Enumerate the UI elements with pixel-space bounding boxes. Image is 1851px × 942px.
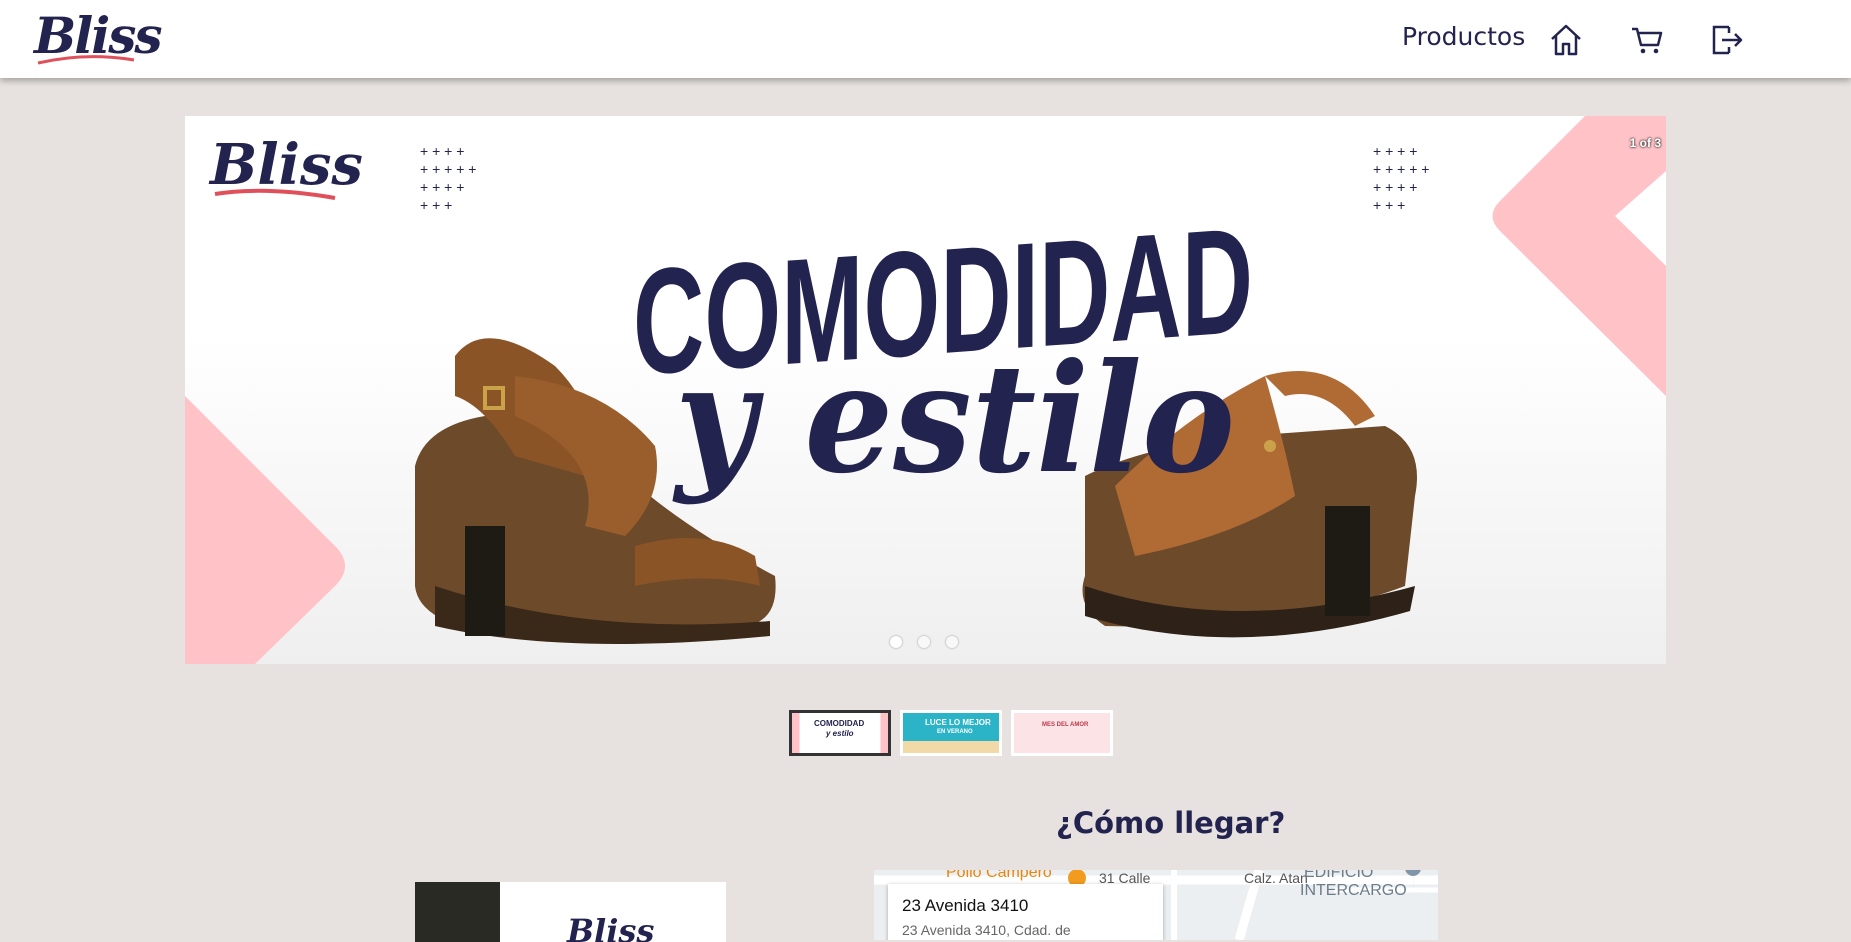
promo-card: Bliss (415, 882, 726, 942)
slide-counter: 1 of 3 (1629, 136, 1661, 150)
map-street-label-2: Calz. Atan (1244, 870, 1308, 886)
banner-tagline: y estilo (672, 331, 1235, 507)
dot-pattern-left: + + + + + + + + + + + + + + + + (420, 143, 476, 213)
thumbnail-3-line1: MES DEL AMOR (1042, 722, 1089, 728)
how-to-arrive-heading: ¿Cómo llegar? (1056, 806, 1286, 840)
carousel-dots (890, 636, 958, 648)
location-map[interactable]: Pollo Campero 31 Calle Calz. Atan EDIFIC… (874, 870, 1438, 940)
carousel-dot-1[interactable] (890, 636, 902, 648)
map-place-title: 23 Avenida 3410 (902, 896, 1029, 915)
svg-text:+ + + + +: + + + + + (1373, 161, 1429, 177)
cart-icon[interactable] (1629, 22, 1665, 58)
thumbnail-1[interactable]: COMODIDAD y estilo (789, 710, 891, 756)
hero-carousel[interactable]: + + + + + + + + + + + + + + + + + + + + … (185, 116, 1666, 664)
svg-text:+ + +: + + + (1373, 197, 1405, 213)
map-place-card: 23 Avenida 3410 23 Avenida 3410, Cdad. d… (888, 884, 1163, 940)
thumbnail-3[interactable]: MES DEL AMOR (1011, 710, 1113, 756)
svg-text:+ + + +: + + + + (1373, 179, 1417, 195)
map-building-label-2: INTERCARGO (1300, 882, 1407, 899)
thumbnail-2[interactable]: LUCE LO MEJOR EN VERANO (900, 710, 1002, 756)
home-icon[interactable] (1548, 22, 1584, 58)
carousel-dot-3[interactable] (946, 636, 958, 648)
carousel-dot-2[interactable] (918, 636, 930, 648)
banner-graphic: + + + + + + + + + + + + + + + + + + + + … (185, 116, 1666, 664)
dot-pattern-right: + + + + + + + + + + + + + + + + (1373, 143, 1429, 213)
thumbnail-2-line1: LUCE LO MEJOR (925, 718, 991, 727)
svg-text:+ + + +: + + + + (420, 179, 464, 195)
thumbnail-1-line1: COMODIDAD (814, 719, 865, 728)
pink-chevron-left (185, 396, 345, 664)
svg-text:+ + + +: + + + + (420, 143, 464, 159)
svg-text:+ + + +: + + + + (1373, 143, 1417, 159)
svg-text:+ + +: + + + (420, 197, 452, 213)
svg-text:+ + + + +: + + + + + (420, 161, 476, 177)
nav-products-link[interactable]: Productos (1402, 22, 1525, 51)
logout-icon[interactable] (1709, 22, 1745, 58)
banner-brand-text: Bliss (208, 132, 363, 198)
carousel-thumbnails: COMODIDAD y estilo LUCE LO MEJOR EN VERA… (789, 710, 1113, 756)
top-navbar: Bliss Productos (0, 0, 1851, 78)
logo-swoosh (37, 55, 135, 65)
thumbnail-2-line2: EN VERANO (937, 729, 973, 735)
map-place-address: 23 Avenida 3410, Cdad. de (902, 922, 1071, 938)
map-building-label: EDIFICIO (1304, 870, 1374, 881)
pink-chevron-right (1492, 116, 1666, 396)
map-poi-label: Pollo Campero (946, 870, 1052, 881)
thumbnail-1-line2: y estilo (826, 729, 854, 738)
promo-photo (415, 882, 500, 942)
